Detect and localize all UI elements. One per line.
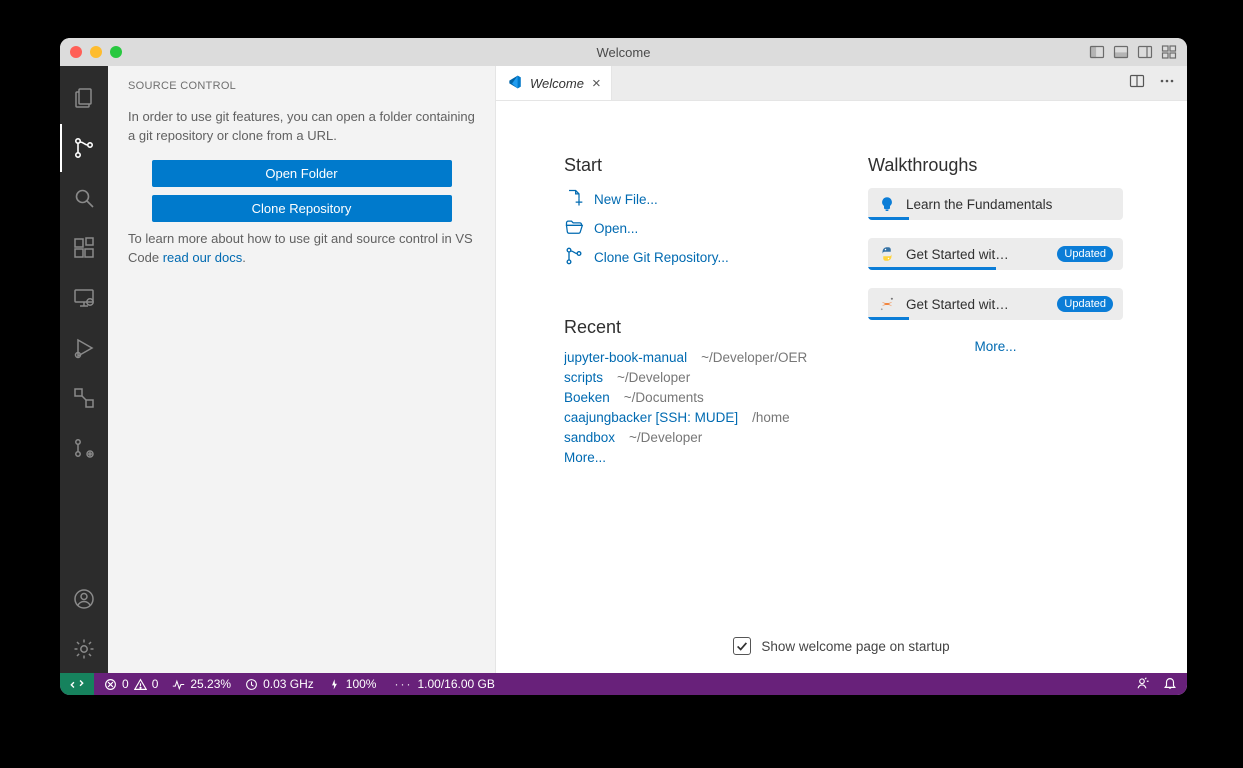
window-title: Welcome (60, 45, 1187, 60)
status-cpu[interactable]: 25.23% (172, 677, 231, 691)
app-window: Welcome (60, 38, 1187, 695)
walkthrough-progress (868, 317, 909, 320)
tab-close-button[interactable]: × (592, 76, 601, 91)
walkthrough-python[interactable]: Get Started wit… Updated (868, 238, 1123, 270)
more-actions-icon[interactable] (1159, 73, 1175, 94)
walkthroughs-heading: Walkthroughs (868, 155, 1123, 176)
recent-heading: Recent (564, 317, 828, 338)
sidebar-source-control: SOURCE CONTROL In order to use git featu… (108, 66, 496, 673)
walkthroughs-more-link[interactable]: More... (974, 339, 1016, 354)
vscode-icon (506, 74, 522, 93)
updated-badge: Updated (1057, 296, 1113, 312)
recent-item[interactable]: Boeken~/Documents (564, 390, 828, 405)
open-folder-icon (564, 217, 584, 240)
scm-learn-more-text: To learn more about how to use git and s… (128, 230, 475, 268)
activity-source-control[interactable] (60, 124, 108, 172)
zoom-window-button[interactable] (110, 46, 122, 58)
recent-item[interactable]: jupyter-book-manual~/Developer/OER (564, 350, 828, 365)
activity-bar (60, 66, 108, 673)
walkthrough-progress (868, 267, 996, 270)
recent-item[interactable]: sandbox~/Developer (564, 430, 828, 445)
tab-welcome[interactable]: Welcome × (496, 66, 612, 100)
title-bar: Welcome (60, 38, 1187, 66)
tab-welcome-label: Welcome (530, 76, 584, 91)
clone-repository-button[interactable]: Clone Repository (152, 195, 452, 222)
walkthrough-fundamentals[interactable]: Learn the Fundamentals (868, 188, 1123, 220)
activity-accounts[interactable] (60, 575, 108, 623)
scm-intro-text: In order to use git features, you can op… (128, 108, 475, 146)
read-our-docs-link[interactable]: read our docs (163, 250, 243, 265)
split-editor-icon[interactable] (1129, 73, 1145, 94)
minimize-window-button[interactable] (90, 46, 102, 58)
activity-settings[interactable] (60, 625, 108, 673)
welcome-page: Start New File... Open... (496, 101, 1187, 673)
status-memory[interactable]: ··· 1.00/16.00 GB (390, 677, 494, 691)
toggle-primary-sidebar-icon[interactable] (1089, 44, 1105, 60)
editor-tabs: Welcome × (496, 66, 1187, 101)
activity-gitlens[interactable] (60, 424, 108, 472)
status-problems[interactable]: 0 0 (104, 677, 158, 691)
open-folder-button[interactable]: Open Folder (152, 160, 452, 187)
start-new-file[interactable]: New File... (564, 188, 828, 211)
status-remote-button[interactable] (60, 673, 94, 695)
recent-item[interactable]: caajungbacker [SSH: MUDE]/home (564, 410, 828, 425)
status-cpu-freq[interactable]: 0.03 GHz (245, 677, 314, 691)
status-bar: 0 0 25.23% 0.03 GHz 100% ··· (60, 673, 1187, 695)
show-on-startup-label: Show welcome page on startup (761, 639, 949, 654)
start-open[interactable]: Open... (564, 217, 828, 240)
updated-badge: Updated (1057, 246, 1113, 262)
close-window-button[interactable] (70, 46, 82, 58)
toggle-secondary-sidebar-icon[interactable] (1137, 44, 1153, 60)
editor-area: Welcome × (496, 66, 1187, 673)
lightbulb-icon (878, 195, 896, 213)
start-clone-git[interactable]: Clone Git Repository... (564, 246, 828, 269)
traffic-lights (70, 46, 122, 58)
activity-remote-explorer[interactable] (60, 274, 108, 322)
editor-actions (1117, 66, 1187, 100)
show-on-startup-checkbox[interactable] (733, 637, 751, 655)
status-battery[interactable]: 100% (328, 677, 377, 691)
start-heading: Start (564, 155, 828, 176)
git-branch-icon (564, 246, 584, 269)
recent-item[interactable]: scripts~/Developer (564, 370, 828, 385)
customize-layout-icon[interactable] (1161, 44, 1177, 60)
activity-run-debug[interactable] (60, 324, 108, 372)
walkthrough-progress (868, 217, 909, 220)
ellipsis-icon: ··· (394, 677, 412, 691)
status-notifications-icon[interactable] (1163, 676, 1177, 693)
python-icon (878, 245, 896, 263)
recent-more-link[interactable]: More... (564, 450, 606, 465)
activity-search[interactable] (60, 174, 108, 222)
toggle-panel-icon[interactable] (1113, 44, 1129, 60)
walkthrough-jupyter[interactable]: Get Started wit… Updated (868, 288, 1123, 320)
title-bar-layout-controls (1089, 44, 1187, 60)
sidebar-header: SOURCE CONTROL (108, 66, 495, 98)
new-file-icon (564, 188, 584, 211)
jupyter-icon (878, 295, 896, 313)
activity-extensions[interactable] (60, 224, 108, 272)
activity-testing[interactable] (60, 374, 108, 422)
status-feedback-icon[interactable] (1135, 676, 1149, 693)
activity-explorer[interactable] (60, 74, 108, 122)
